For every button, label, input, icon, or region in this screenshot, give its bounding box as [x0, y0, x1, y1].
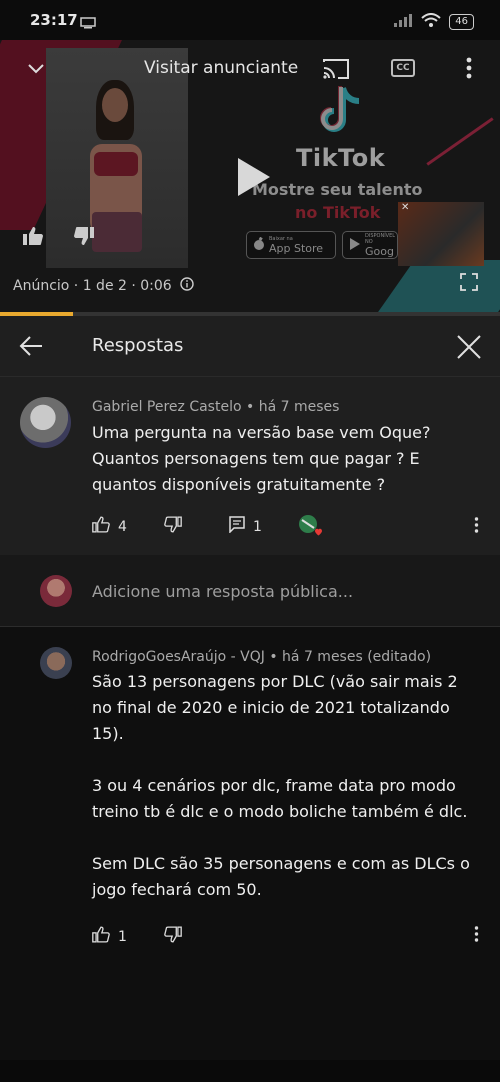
wifi-icon [421, 12, 441, 31]
thumbs-down-icon [164, 926, 182, 943]
replies-header: Respostas [0, 316, 500, 377]
ad-decoration-teal [365, 260, 500, 316]
info-icon[interactable] [180, 277, 194, 295]
like-button[interactable]: 1 [92, 926, 127, 947]
avatar[interactable] [40, 647, 72, 679]
screen-cast-icon [80, 14, 96, 33]
reply-button[interactable]: 1 [229, 516, 262, 537]
reply-icon [229, 516, 245, 537]
tiktok-logo-icon [315, 84, 369, 144]
captions-button[interactable]: CC [391, 59, 415, 77]
thumbs-up-icon[interactable] [22, 226, 44, 250]
avatar[interactable] [20, 397, 71, 448]
google-play-badge[interactable]: DISPONÍVEL NO Goog [342, 231, 398, 259]
thumbs-up-icon [92, 926, 110, 947]
play-icon[interactable] [236, 156, 272, 202]
ad-video-thumbnail [46, 48, 188, 268]
reply-text: São 13 personagens por DLC (vão sair mai… [92, 672, 470, 899]
status-bar: 23:17 46 [0, 0, 500, 40]
ad-info: Anúncio · 1 de 2 · 0:06 [13, 277, 194, 295]
replies-title: Respostas [92, 335, 184, 356]
creator-heart-icon [298, 514, 324, 538]
dislike-button[interactable] [164, 516, 182, 533]
comment-text: Uma pergunta na versão base vem Oque? Qu… [92, 423, 436, 494]
ad-brand-name: TikTok [296, 144, 386, 172]
parent-comment: Gabriel Perez Castelo • há 7 meses Uma p… [0, 377, 500, 555]
close-icon[interactable] [456, 334, 482, 364]
thumbs-down-icon[interactable] [73, 226, 95, 250]
thumbs-down-icon [164, 516, 182, 533]
more-options-icon[interactable] [474, 517, 479, 537]
reply-count: 1 [253, 518, 262, 535]
app-store-badge[interactable]: Baixar na App Store [246, 231, 336, 259]
more-options-icon[interactable] [466, 56, 472, 84]
ad-promo-text: Mostre seu talento [252, 180, 423, 199]
cast-icon[interactable] [322, 58, 350, 84]
thumbs-up-icon [92, 516, 110, 537]
status-time: 23:17 [30, 11, 78, 29]
more-options-icon[interactable] [474, 926, 479, 946]
signal-icon [393, 12, 413, 31]
like-button[interactable]: 4 [92, 516, 127, 537]
dislike-button[interactable] [164, 926, 182, 943]
ad-decoration-line [426, 117, 494, 166]
play-store-icon [349, 237, 361, 254]
back-arrow-icon[interactable] [18, 334, 44, 362]
ad-promo-text-2: no TikTok [295, 203, 381, 222]
ad-game-image: ✕ [398, 202, 484, 266]
reply-author-meta[interactable]: RodrigoGoesAraújo - VQJ • há 7 meses (ed… [92, 649, 431, 665]
fullscreen-icon[interactable] [460, 273, 478, 295]
like-count: 4 [118, 518, 127, 535]
close-icon[interactable]: ✕ [401, 202, 409, 213]
add-reply-input[interactable]: Adicione uma resposta pública... [92, 582, 353, 601]
comment-author-meta[interactable]: Gabriel Perez Castelo • há 7 meses [92, 399, 339, 415]
system-nav-bar [0, 1060, 500, 1082]
visit-advertiser-link[interactable]: Visitar anunciante [144, 58, 298, 78]
video-player[interactable]: Visitar anunciante CC TikTok Mostre seu … [0, 40, 500, 316]
avatar [40, 575, 72, 607]
chevron-down-icon[interactable] [26, 58, 46, 82]
battery-indicator: 46 [449, 13, 474, 30]
apple-icon [253, 236, 265, 254]
ad-info-text: Anúncio · 1 de 2 · 0:06 [13, 278, 172, 294]
like-count: 1 [118, 928, 127, 945]
